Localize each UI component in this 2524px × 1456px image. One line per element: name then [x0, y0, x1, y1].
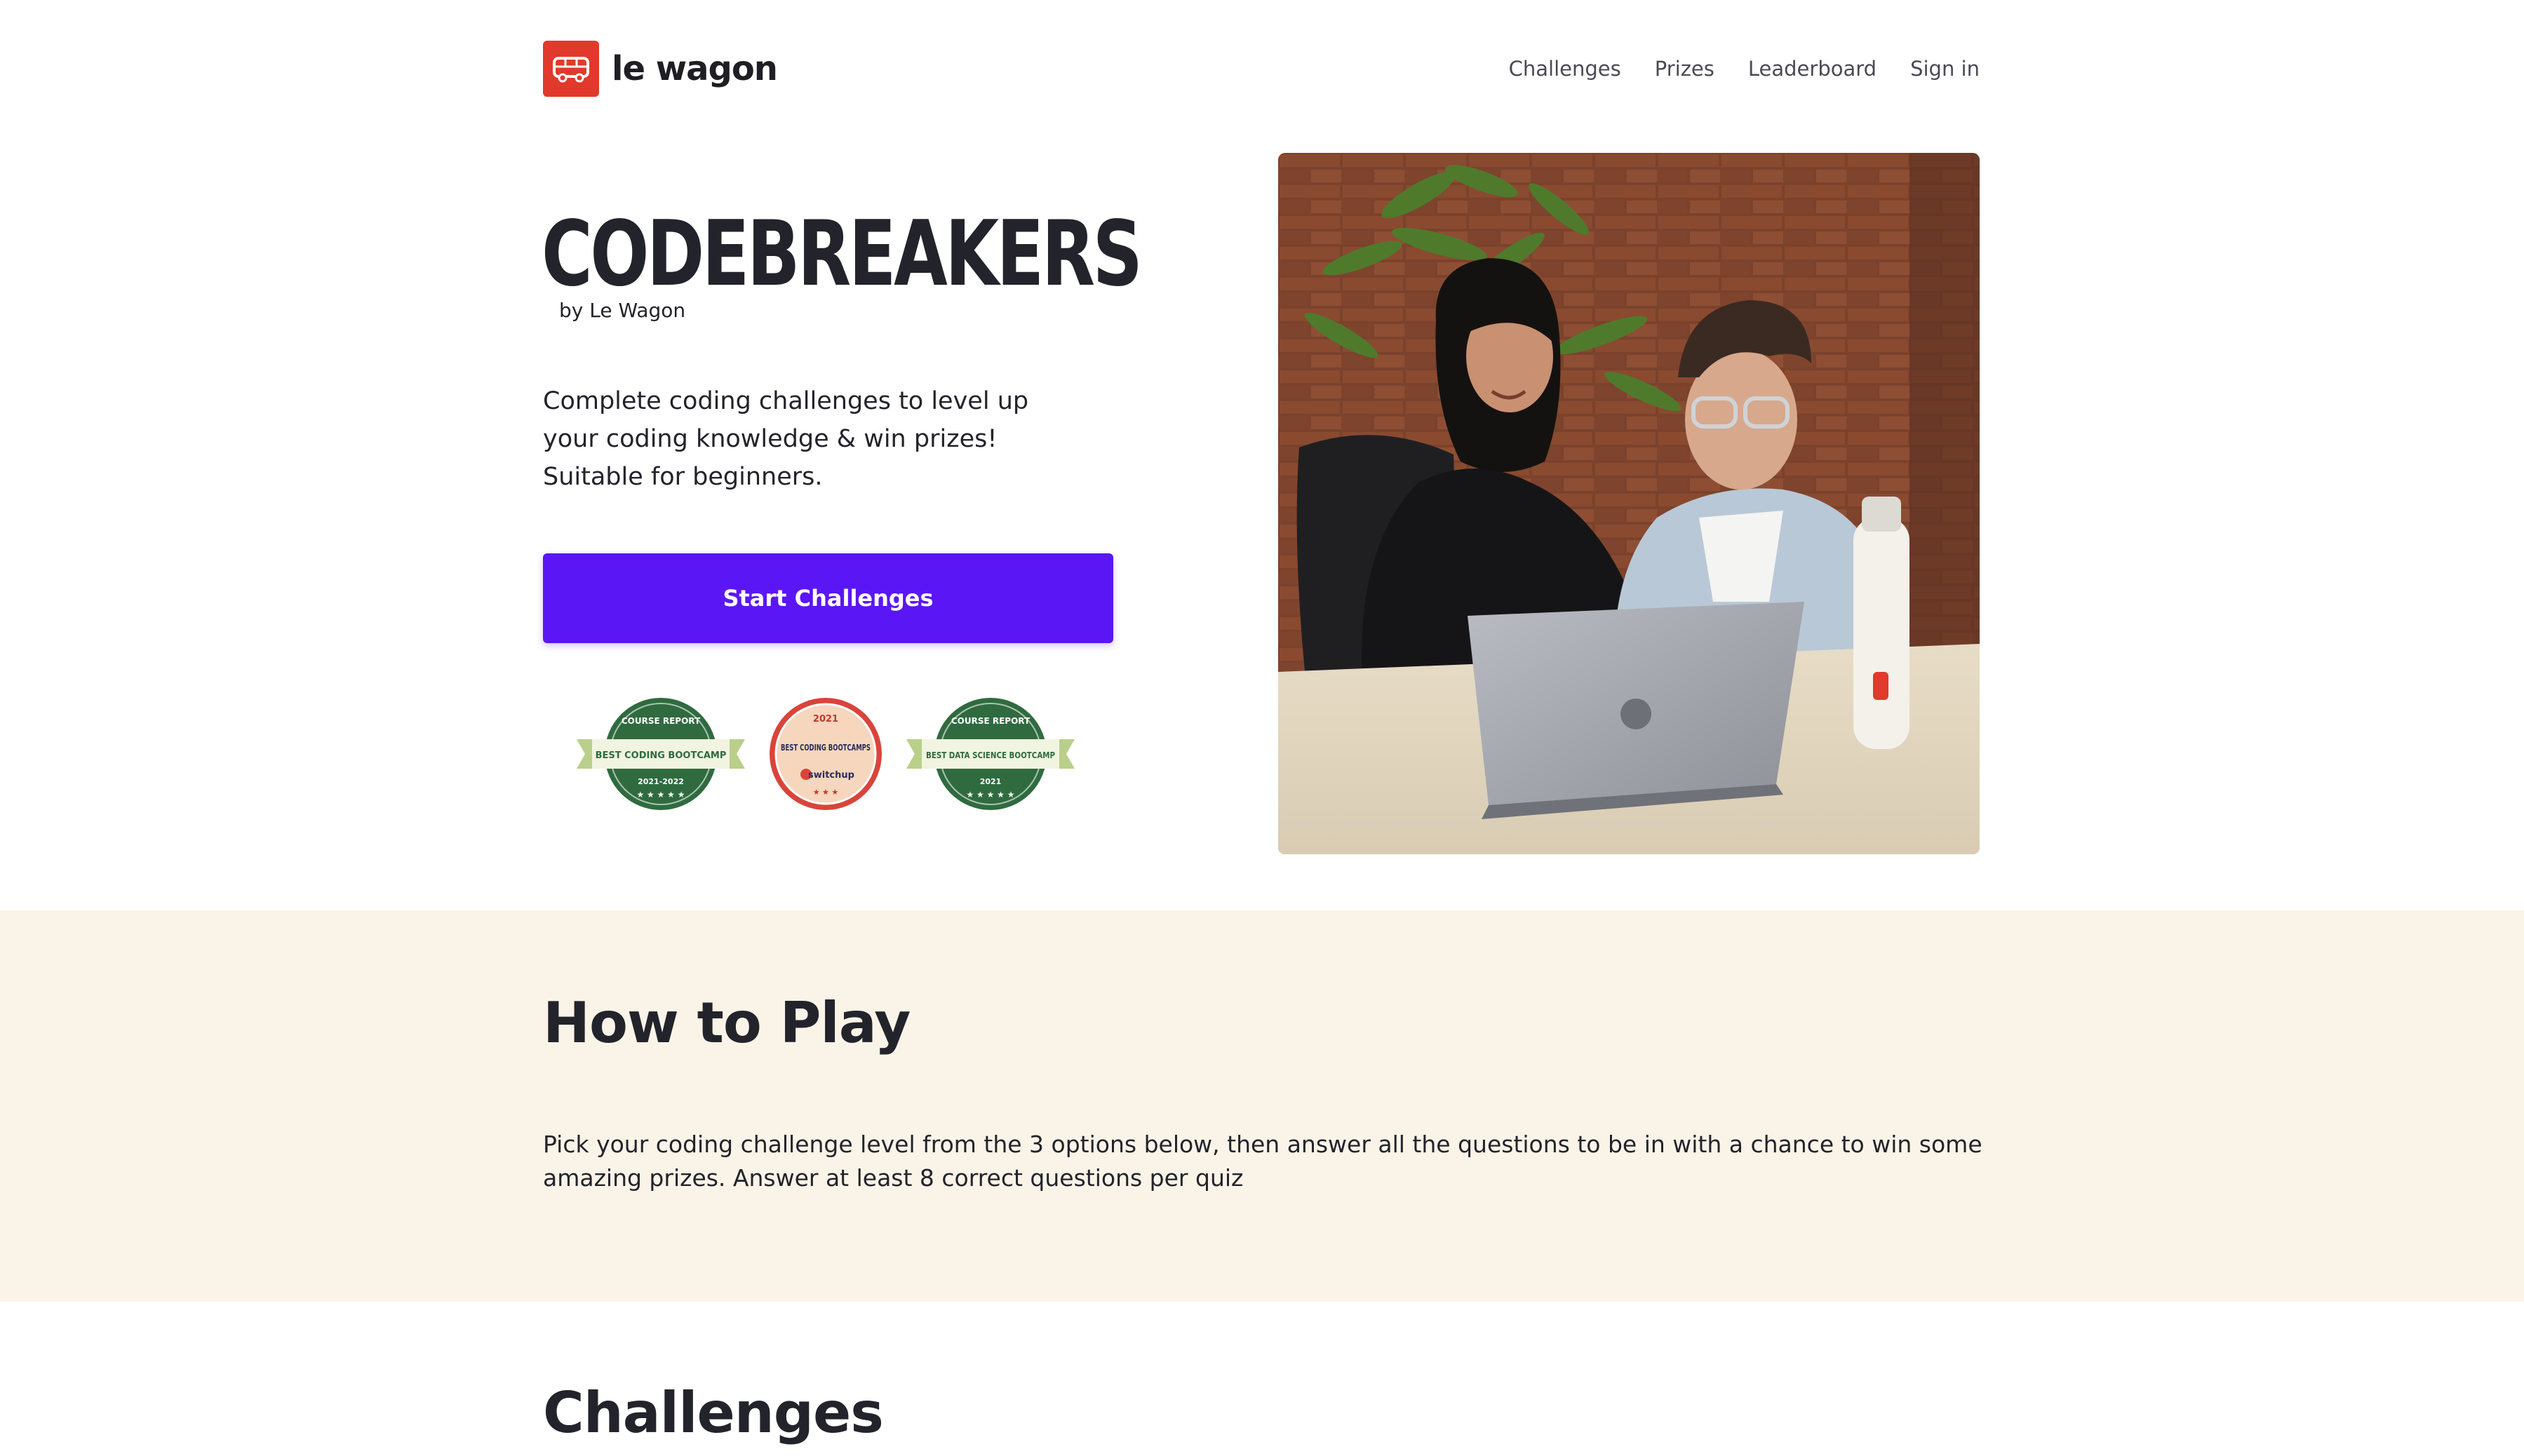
page: le wagon Challenges Prizes Leaderboard S…: [0, 0, 2524, 1456]
badge-2-ribbon: BEST CODING BOOTCAMPS: [781, 743, 871, 753]
badge-3-top: COURSE REPORT: [951, 716, 1031, 726]
badge-2-top: 2021: [813, 714, 838, 724]
hero-title: CODEBREAKERS: [542, 202, 1143, 306]
wagon-bus-icon: [543, 41, 599, 97]
start-challenges-button[interactable]: Start Challenges: [543, 553, 1113, 643]
badge-1-ribbon: BEST CODING BOOTCAMP: [596, 750, 727, 761]
badge-1-top: COURSE REPORT: [622, 716, 701, 726]
course-report-coding-badge: COURSE REPORT BEST CODING BOOTCAMP 2021-…: [577, 696, 745, 812]
svg-text:★ ★ ★: ★ ★ ★: [813, 788, 839, 797]
nav-link-prizes[interactable]: Prizes: [1655, 57, 1714, 81]
how-to-play-text: Pick your coding challenge level from th…: [543, 1131, 1982, 1192]
nav-link-leaderboard[interactable]: Leaderboard: [1748, 57, 1877, 81]
main-nav: Challenges Prizes Leaderboard Sign in: [1509, 57, 1980, 81]
how-to-play-section: How to Play Pick your coding challenge l…: [0, 910, 2524, 1302]
badge-3-ribbon: BEST DATA SCIENCE BOOTCAMP: [926, 750, 1055, 760]
le-wagon-logo-link[interactable]: le wagon: [543, 41, 778, 97]
hero-description: Complete coding challenges to level up y…: [543, 387, 1029, 491]
nav-link-sign-in[interactable]: Sign in: [1910, 57, 1980, 81]
svg-text:★ ★ ★ ★ ★: ★ ★ ★ ★ ★: [966, 790, 1014, 800]
people-at-laptop-photo: [1278, 153, 1980, 854]
badge-2-bottom: switchup: [808, 770, 854, 781]
nav-link-challenges[interactable]: Challenges: [1509, 57, 1621, 81]
svg-text:★ ★ ★ ★ ★: ★ ★ ★ ★ ★: [636, 790, 685, 800]
hero-byline: by Le Wagon: [559, 299, 686, 322]
challenges-title: Challenges: [543, 1380, 884, 1445]
site-header: le wagon Challenges Prizes Leaderboard S…: [543, 41, 1980, 97]
switchup-badge: 2021 BEST CODING BOOTCAMPS switchup ★ ★ …: [767, 696, 884, 812]
brand-name: le wagon: [612, 49, 778, 88]
badge-3-bottom: 2021: [980, 777, 1002, 786]
badge-1-bottom: 2021-2022: [638, 777, 684, 786]
award-badges: COURSE REPORT BEST CODING BOOTCAMP 2021-…: [577, 696, 1075, 812]
how-to-play-title: How to Play: [543, 990, 911, 1056]
course-report-data-science-badge: COURSE REPORT BEST DATA SCIENCE BOOTCAMP…: [906, 696, 1075, 812]
